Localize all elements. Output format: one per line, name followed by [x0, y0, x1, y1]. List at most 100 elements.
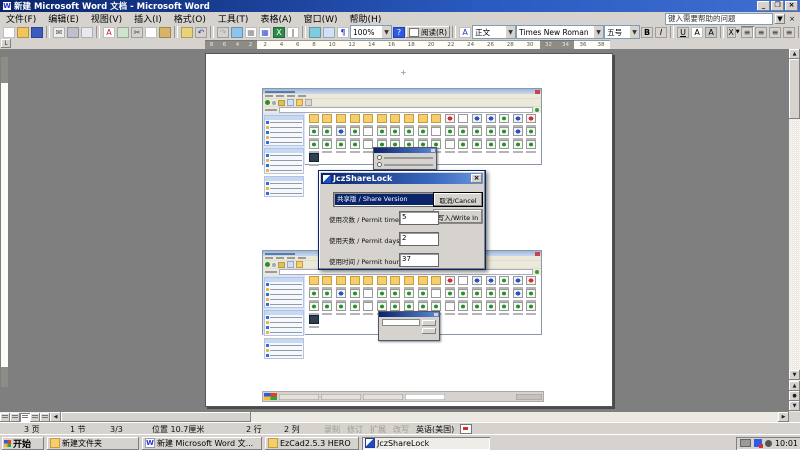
- print-preview-icon[interactable]: [81, 26, 94, 38]
- dialog-close-button[interactable]: ×: [471, 174, 482, 183]
- dialog-title-bar[interactable]: JczShareLock ×: [321, 173, 483, 184]
- new-document-icon[interactable]: [3, 26, 16, 38]
- write-in-button[interactable]: 写入/Write In: [433, 209, 483, 224]
- normal-view-button[interactable]: [0, 413, 10, 422]
- font-combobox[interactable]: Times New Roman ▼: [516, 25, 604, 39]
- permit-times-field[interactable]: 5: [399, 211, 439, 225]
- help-dropdown-icon[interactable]: ▼: [775, 14, 785, 24]
- horizontal-ruler[interactable]: L 8642 24681012141618202224262830 3234 3…: [0, 39, 800, 49]
- file-icon: [348, 289, 362, 302]
- styles-pane-icon[interactable]: A: [459, 26, 472, 38]
- taskbar-task[interactable]: 新建文件夹: [47, 437, 139, 450]
- permit-days-field[interactable]: 2: [399, 232, 439, 246]
- font-size-combobox[interactable]: 五号 ▼: [604, 25, 640, 39]
- redo-icon[interactable]: ↷: [217, 26, 230, 38]
- undo-icon[interactable]: ↶: [195, 26, 208, 38]
- align-justify-icon[interactable]: ≡: [741, 26, 754, 38]
- insert-excel-icon[interactable]: X: [273, 26, 286, 38]
- save-icon[interactable]: [31, 26, 44, 38]
- icon-row: [307, 127, 539, 140]
- input-language-icon[interactable]: [754, 439, 762, 447]
- previous-page-icon[interactable]: ▲: [789, 381, 800, 391]
- ruler-number: 6: [223, 42, 227, 48]
- open-icon[interactable]: [17, 26, 30, 38]
- taskbar-task[interactable]: EzCad2.5.3 HERO: [265, 437, 359, 450]
- help-icon[interactable]: ?: [393, 26, 406, 38]
- task-panel-row: [265, 140, 303, 145]
- columns-icon[interactable]: ‖: [287, 26, 300, 38]
- align-center-icon[interactable]: ≡: [755, 26, 768, 38]
- horizontal-scrollbar[interactable]: ◀ ▶: [0, 412, 789, 422]
- align-right-icon[interactable]: ≡: [769, 26, 782, 38]
- bullet-icon: [266, 169, 269, 172]
- character-border-icon[interactable]: A: [691, 26, 704, 38]
- character-scale-icon[interactable]: X▼: [727, 26, 740, 38]
- document-area[interactable]: +: [9, 49, 789, 412]
- style-combobox[interactable]: 正文 ▼: [472, 25, 516, 39]
- cut-icon[interactable]: ✂: [131, 26, 144, 38]
- close-document-button[interactable]: ×: [787, 14, 797, 24]
- tab-selector[interactable]: L: [1, 39, 11, 48]
- toolbar: ✉A✂↶↷▦▦X‖¶ 100% ▼ ? 阅读(R) A 正文 ▼ Times N…: [0, 25, 800, 40]
- file-icon: [334, 140, 348, 153]
- print-layout-view-button[interactable]: [20, 413, 30, 422]
- web-layout-view-button[interactable]: [10, 413, 20, 422]
- reading-layout-view-button[interactable]: [40, 413, 50, 422]
- outline-view-button[interactable]: [30, 413, 40, 422]
- minimize-button[interactable]: _: [757, 1, 770, 11]
- status-language: 英语(美国): [416, 424, 454, 435]
- close-button[interactable]: ×: [785, 1, 798, 11]
- folder-icon: [361, 276, 375, 289]
- scroll-left-icon[interactable]: ◀: [50, 412, 61, 422]
- cancel-button[interactable]: 取消/Cancel: [433, 192, 483, 207]
- chevron-down-icon[interactable]: ▼: [382, 26, 391, 38]
- italic-icon[interactable]: I: [655, 26, 668, 38]
- forward-icon: [272, 263, 276, 267]
- mail-icon[interactable]: ✉: [53, 26, 66, 38]
- vertical-ruler[interactable]: [0, 49, 9, 412]
- hyperlink-icon[interactable]: [231, 26, 244, 38]
- chevron-down-icon[interactable]: ▼: [506, 26, 515, 38]
- research-icon[interactable]: [117, 26, 130, 38]
- chevron-down-icon[interactable]: ▼: [594, 26, 603, 38]
- folder-icon: [375, 276, 389, 289]
- drawing-icon[interactable]: [309, 26, 322, 38]
- scroll-right-icon[interactable]: ▶: [778, 412, 789, 422]
- ruler-number: 10: [329, 42, 336, 48]
- insert-table-icon[interactable]: ▦: [259, 26, 272, 38]
- printer-icon[interactable]: [740, 439, 751, 447]
- chevron-down-icon[interactable]: ▼: [630, 26, 639, 38]
- character-shading-icon[interactable]: A: [705, 26, 718, 38]
- version-combobox[interactable]: 共享版 / Share Version ▼: [333, 192, 447, 207]
- tables-borders-icon[interactable]: ▦: [245, 26, 258, 38]
- select-browse-object-icon[interactable]: ●: [789, 391, 800, 401]
- show-hide-icon[interactable]: ¶: [337, 26, 350, 38]
- chevron-down-icon[interactable]: ▼: [736, 29, 740, 35]
- scroll-up-icon[interactable]: ▲: [789, 49, 800, 59]
- bold-icon[interactable]: B: [641, 26, 654, 38]
- taskbar-task[interactable]: JczShareLock: [362, 437, 490, 450]
- gear-icon[interactable]: [765, 440, 772, 447]
- help-question-input[interactable]: 键入需要帮助的问题: [665, 13, 773, 25]
- scroll-down-icon[interactable]: ▼: [789, 370, 800, 380]
- zoom-combobox[interactable]: 100% ▼: [350, 25, 392, 39]
- restore-button[interactable]: ❒: [771, 1, 784, 11]
- next-page-icon[interactable]: ▼: [789, 401, 800, 411]
- print-icon[interactable]: [67, 26, 80, 38]
- document-map-icon[interactable]: [323, 26, 336, 38]
- horizontal-scroll-thumb[interactable]: [61, 412, 251, 422]
- permit-hours-field[interactable]: 37: [399, 253, 439, 267]
- start-button[interactable]: 开始: [2, 437, 44, 450]
- align-distributed-icon[interactable]: ≡: [783, 26, 796, 38]
- paste-icon[interactable]: [159, 26, 172, 38]
- vertical-scrollbar[interactable]: ▲ ▼ ▲ ● ▼: [789, 49, 800, 412]
- spelling-icon[interactable]: A: [103, 26, 116, 38]
- file-label: [499, 313, 509, 315]
- format-painter-icon[interactable]: [181, 26, 194, 38]
- vertical-scroll-thumb[interactable]: [789, 59, 800, 119]
- copy-icon[interactable]: [145, 26, 158, 38]
- taskbar-task[interactable]: W新建 Microsoft Word 文...: [142, 437, 262, 450]
- underline-icon[interactable]: U: [677, 26, 690, 38]
- jczsharelock-dialog[interactable]: JczShareLock × 共享版 / Share Version ▼ 取消/…: [318, 170, 486, 270]
- read-mode-button[interactable]: 阅读(R): [406, 26, 450, 38]
